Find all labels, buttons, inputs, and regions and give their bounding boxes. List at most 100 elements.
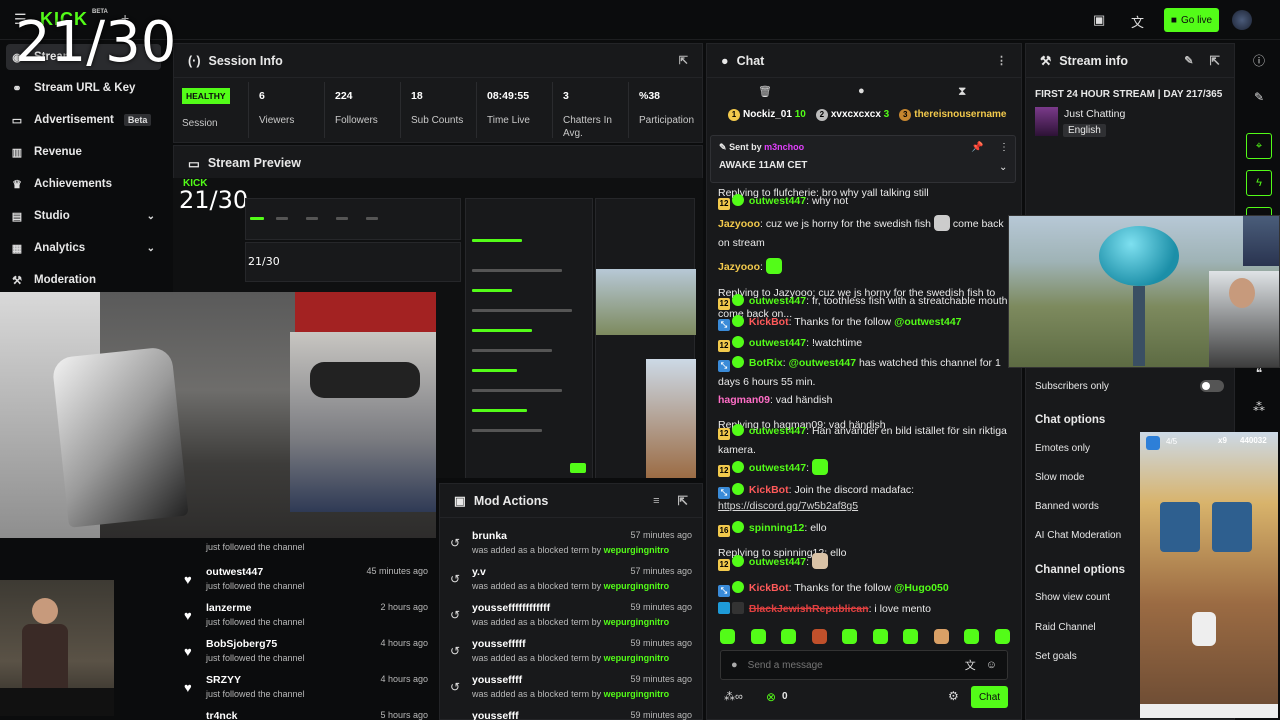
undo-icon[interactable]: ↺ [450, 536, 460, 550]
emote-icon[interactable] [903, 629, 919, 644]
verified-badge [732, 483, 744, 495]
leader-name: xvxcxcxcx [830, 109, 881, 120]
chat-username[interactable]: KickBot [749, 582, 789, 594]
avatar[interactable] [1232, 10, 1252, 30]
chat-username[interactable]: outwest447 [749, 295, 806, 307]
sidebar-item-advertisement[interactable]: ▭ Advertisement Beta [10, 107, 165, 133]
chat-username[interactable]: BotRix [749, 357, 783, 369]
undo-icon[interactable]: ↺ [450, 644, 460, 658]
chat-username[interactable]: outwest447 [749, 195, 806, 207]
chat-username[interactable]: outwest447 [749, 556, 806, 568]
stat-chatters: 3 Chatters In Avg. [552, 82, 628, 139]
emoji-icon[interactable]: ☺ [986, 659, 997, 671]
chat-username[interactable]: outwest447 [749, 337, 806, 349]
chat-username[interactable]: outwest447 [749, 425, 806, 437]
undo-icon[interactable]: ↺ [450, 680, 460, 694]
pencil-icon[interactable]: ✎ [1246, 84, 1272, 110]
chat-username[interactable]: hagman09 [718, 394, 770, 406]
mention[interactable]: @Hugo050 [894, 582, 949, 594]
follower-name[interactable]: tr4nck [206, 710, 238, 720]
info-icon[interactable]: ⓘ [1246, 47, 1272, 73]
chat-username[interactable]: KickBot [749, 484, 789, 496]
leader-1[interactable]: 1 Nockiz_01 10 [728, 109, 806, 127]
follower-name[interactable]: BobSjoberg75 [206, 638, 277, 650]
undo-icon[interactable]: ↺ [450, 608, 460, 622]
emote-icon[interactable] [994, 629, 1010, 644]
emote-icon[interactable] [933, 629, 949, 644]
popout-icon[interactable]: ⇱ [679, 54, 688, 67]
hourglass-icon[interactable]: ⧗ [958, 84, 966, 99]
sidebar-item-achievements[interactable]: ♛ Achievements [10, 171, 165, 197]
option-show-view-count[interactable]: Show view count [1035, 592, 1110, 603]
option-emotes-only[interactable]: Emotes only [1035, 443, 1090, 454]
chat-username[interactable]: BlackJewishRepublican [749, 603, 869, 615]
edit-icon[interactable]: ✎ [1184, 54, 1193, 67]
emote-icon[interactable] [750, 629, 766, 644]
emote-icon[interactable] [964, 629, 980, 644]
sidebar-item-revenue[interactable]: ▥ Revenue [10, 139, 165, 165]
option-ai-chat-moderation[interactable]: AI Chat Moderation [1035, 530, 1121, 541]
mention[interactable]: @outwest447 [789, 357, 856, 369]
popout-icon[interactable]: ⇱ [678, 493, 688, 508]
lightning-icon[interactable]: ϟ [1246, 170, 1272, 196]
chat-users-icon[interactable]: ⁂∞ [724, 690, 743, 703]
sidebar-item-stream-url-key[interactable]: ⚭ Stream URL & Key [10, 75, 165, 101]
chat-input[interactable] [747, 659, 955, 671]
category-thumbnail[interactable] [1035, 107, 1058, 136]
more-icon[interactable]: ⋮ [999, 142, 1009, 153]
people-icon[interactable]: ⁂ [1246, 394, 1272, 420]
emote-icon[interactable] [872, 629, 888, 644]
emote-icon[interactable] [720, 629, 735, 644]
settings-icon[interactable]: ⚙ [948, 689, 959, 703]
pin-icon[interactable]: 📌 [971, 142, 983, 153]
option-banned-words[interactable]: Banned words [1035, 501, 1099, 512]
chat-username[interactable]: spinning12 [749, 522, 804, 534]
subs-only-toggle[interactable] [1200, 380, 1224, 392]
filter-icon[interactable]: ≡ [653, 495, 659, 507]
follower-name[interactable]: SRZYY [206, 674, 241, 686]
health-label: Session [182, 118, 218, 129]
leader-3[interactable]: 3thereisnousernamedanyt [899, 109, 1007, 127]
translate-icon[interactable]: 文 [1131, 12, 1144, 31]
trash-icon[interactable]: 🗑 [758, 85, 772, 98]
option-slow-mode[interactable]: Slow mode [1035, 472, 1084, 483]
sub-badge: 12 [718, 428, 730, 440]
translate-icon[interactable]: 文 [965, 657, 976, 673]
more-icon[interactable]: ⋮ [996, 54, 1007, 67]
chat-message: 16 spinning12: ello [718, 521, 827, 537]
option-raid-channel[interactable]: Raid Channel [1035, 622, 1096, 633]
undo-icon[interactable]: ↺ [450, 572, 460, 586]
chat-username[interactable]: Jazyooo [718, 261, 760, 273]
go-live-button[interactable]: ■ Go live [1164, 8, 1219, 32]
leader-2[interactable]: 2 xvxcxcxcx 3 [815, 109, 889, 127]
sidebar: ◉ Stream ⚭ Stream URL & Key ▭ Advertisement… [0, 40, 172, 290]
chat-message: Jazyooo: cuz we js horny for the swedish… [718, 215, 1008, 253]
discord-link[interactable]: https://discord.gg/7w5b2af8g5 [718, 500, 858, 512]
vip-badge [732, 555, 744, 567]
emote-icon[interactable] [781, 629, 797, 644]
option-set-goals[interactable]: Set goals [1035, 651, 1077, 662]
category-name[interactable]: Just Chatting [1064, 108, 1125, 120]
pinned-message[interactable]: ✎ Sent by m3nchoo AWAKE 11AM CET 📌 ⋮ ⌄ [710, 135, 1016, 183]
blocked-term: brunka [472, 530, 508, 542]
vip-badge [732, 521, 744, 533]
leader-name: thereisnousernamedanyt [914, 109, 1007, 120]
theater-icon[interactable]: ▣ [1093, 12, 1105, 28]
comment-icon[interactable]: ● [858, 85, 865, 97]
chat-username[interactable]: KickBot [749, 316, 789, 328]
follower-name[interactable]: outwest447 [206, 566, 263, 578]
emote-icon[interactable] [811, 629, 827, 644]
sidebar-item-analytics[interactable]: ▦ Analytics ⌄ [10, 235, 165, 261]
pause-icon[interactable] [1146, 436, 1160, 450]
popout-icon[interactable]: ⇱ [1210, 53, 1220, 68]
sidebar-item-studio[interactable]: ▤ Studio ⌄ [10, 203, 165, 229]
chevron-down-icon[interactable]: ⌄ [999, 162, 1007, 173]
sidebar-item-moderation[interactable]: ⚒ Moderation [10, 267, 165, 293]
chat-send-button[interactable]: Chat [971, 686, 1008, 708]
emote-icon[interactable] [842, 629, 858, 644]
chat-username[interactable]: Jazyooo [718, 218, 760, 230]
target-icon[interactable]: ⌖ [1246, 133, 1272, 159]
chat-username[interactable]: outwest447 [749, 462, 806, 474]
follower-name[interactable]: lanzerme [206, 602, 252, 614]
mention[interactable]: @outwest447 [894, 316, 961, 328]
